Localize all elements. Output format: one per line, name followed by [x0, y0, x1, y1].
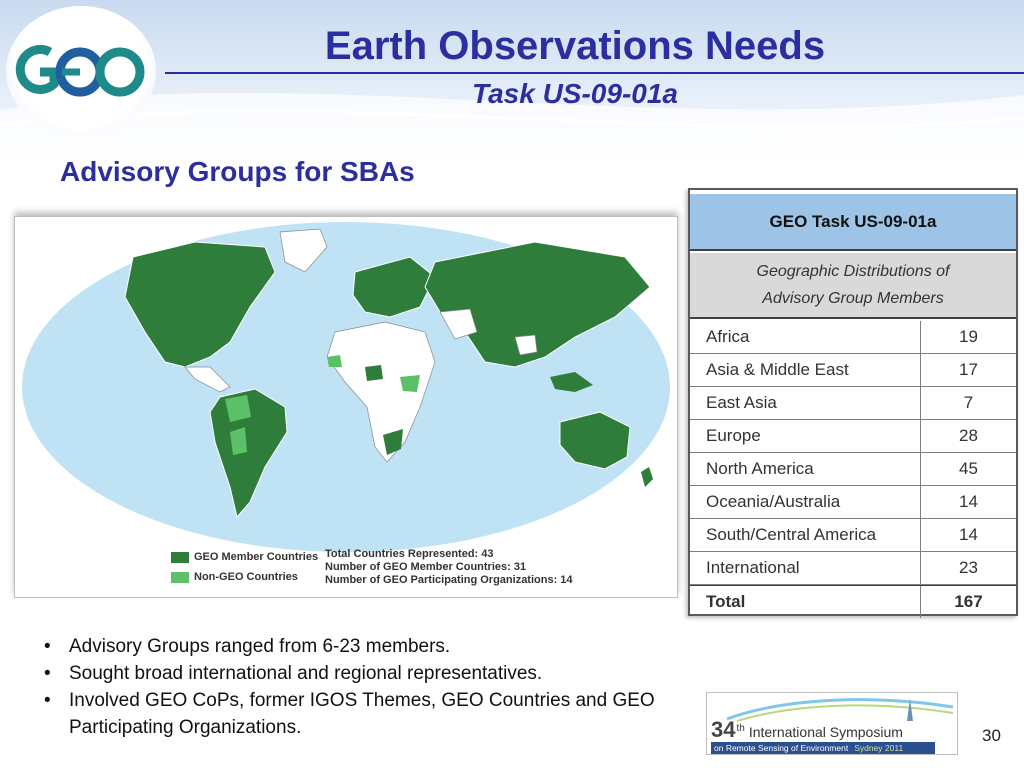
slide: Earth Observations Needs Task US-09-01a …: [0, 0, 1024, 768]
table-cell-count: 23: [959, 558, 978, 577]
table-row: South/Central America 14: [690, 519, 1016, 552]
bullet-dot: •: [44, 663, 51, 684]
table-body: Africa 19 Asia & Middle East 17 East Asi…: [690, 321, 1016, 618]
geo-logo: [15, 44, 145, 97]
table-cell-region: Asia & Middle East: [690, 354, 921, 386]
banner-line1: International Symposium: [748, 724, 903, 740]
table-cell-total-label: Total: [690, 586, 921, 618]
table-subheader: Geographic Distributions of Advisory Gro…: [690, 253, 1016, 319]
banner-suffix: th: [736, 723, 745, 735]
distribution-table: GEO Task US-09-01a Geographic Distributi…: [688, 188, 1018, 618]
table-cell-region: International: [690, 552, 921, 584]
stat-member-countries: Number of GEO Member Countries: 31: [325, 561, 527, 573]
table-header: GEO Task US-09-01a: [690, 194, 1016, 251]
bullet-text: Advisory Groups ranged from 6-23 members…: [69, 636, 451, 657]
africa-member-1: [365, 365, 383, 381]
table-cell-count: 14: [959, 525, 978, 544]
bullet-text: Sought broad international and regional …: [69, 663, 543, 684]
table-cell-region: South/Central America: [690, 519, 921, 551]
table-row: International 23: [690, 552, 1016, 585]
table-cell-count: 28: [959, 426, 978, 445]
table-cell-region: North America: [690, 453, 921, 485]
stat-participating-orgs: Number of GEO Participating Organization…: [325, 574, 573, 586]
new-zealand: [641, 467, 653, 487]
map-legend: GEO Member Countries Non-GEO Countries: [171, 547, 346, 591]
table-cell-region: East Asia: [690, 387, 921, 419]
world-map: [22, 222, 670, 552]
map-stats: Total Countries Represented: 43 Number o…: [325, 548, 645, 587]
south-america-nongeo-2: [230, 427, 247, 455]
bullet-item: • Involved GEO CoPs, former IGOS Themes, …: [44, 687, 684, 741]
slide-subtitle: Task US-09-01a: [472, 78, 678, 109]
legend-row-nongeo: Non-GEO Countries: [171, 567, 346, 587]
banner-title: 34th International Symposium: [711, 717, 903, 743]
table-cell-count: 19: [959, 327, 978, 346]
table-row: Asia & Middle East 17: [690, 354, 1016, 387]
legend-swatch-nongeo: [171, 571, 189, 583]
stat-total-countries: Total Countries Represented: 43: [325, 548, 494, 560]
banner-number: 34: [711, 717, 736, 742]
table-cell-count: 14: [959, 492, 978, 511]
table-cell-region: Europe: [690, 420, 921, 452]
africa-nongeo-2: [327, 355, 342, 367]
table-cell-total-count: 167: [954, 592, 983, 611]
legend-label-member: GEO Member Countries: [194, 551, 319, 563]
table-row: Europe 28: [690, 420, 1016, 453]
bullet-item: • Sought broad international and regional…: [44, 660, 684, 687]
table-subheader-line2: Advisory Group Members: [762, 290, 944, 307]
table-row-total: Total 167: [690, 585, 1016, 618]
legend-swatch-member: [171, 551, 189, 563]
banner-subtitle: on Remote Sensing of Environment Sydney 2…: [711, 742, 935, 754]
table-cell-count: 45: [959, 459, 978, 478]
table-row: Africa 19: [690, 321, 1016, 354]
table-row: Oceania/Australia 14: [690, 486, 1016, 519]
table-row: North America 45: [690, 453, 1016, 486]
table-cell-region: Africa: [690, 321, 921, 353]
bullet-list: • Advisory Groups ranged from 6-23 member…: [44, 633, 684, 741]
symposium-banner: 34th International Symposium on Remote Se…: [706, 692, 958, 755]
page-number: 30: [982, 726, 1001, 745]
table-cell-region: Oceania/Australia: [690, 486, 921, 518]
table-cell-count: 7: [963, 393, 974, 412]
header-rule: [165, 72, 1024, 74]
table-row: East Asia 7: [690, 387, 1016, 420]
table-cell-count: 17: [959, 360, 978, 379]
africa-nongeo-1: [400, 375, 420, 392]
legend-row-member: GEO Member Countries: [171, 547, 346, 567]
bullet-item: • Advisory Groups ranged from 6-23 member…: [44, 633, 684, 660]
banner-city: Sydney 2011: [854, 743, 904, 753]
table-subheader-line1: Geographic Distributions of: [756, 263, 950, 280]
bullet-dot: •: [44, 636, 51, 657]
banner-line2: on Remote Sensing of Environment: [714, 743, 849, 753]
section-heading: Advisory Groups for SBAs: [60, 156, 415, 187]
slide-title: Earth Observations Needs: [324, 24, 826, 68]
bullet-text: Involved GEO CoPs, former IGOS Themes, G…: [69, 690, 655, 738]
legend-label-nongeo: Non-GEO Countries: [194, 571, 298, 583]
world-map-figure: GEO Member Countries Non-GEO Countries T…: [14, 216, 678, 598]
bullet-dot: •: [44, 690, 51, 711]
